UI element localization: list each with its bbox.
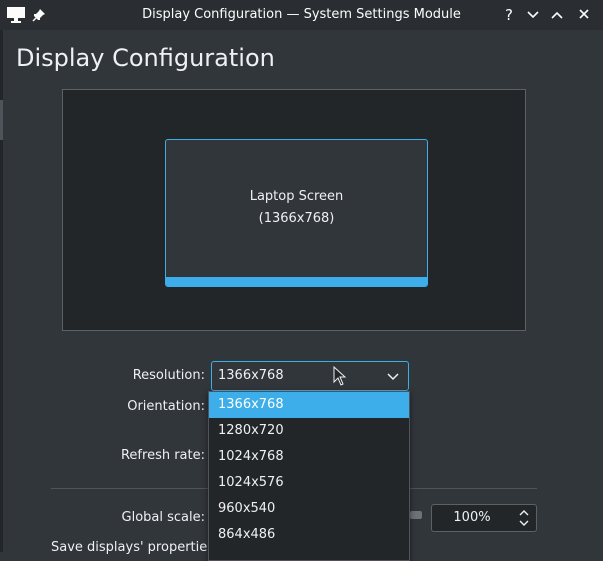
maximize-button[interactable] [547,5,567,25]
close-button[interactable] [574,5,594,25]
resolution-option[interactable]: 1024x768 [209,444,409,470]
refresh-rate-label: Refresh rate: [120,448,205,463]
resolution-combobox[interactable]: 1366x768 [211,361,409,391]
save-displays-label: Save displays' properties: [51,540,219,555]
chevron-down-icon [386,369,400,387]
resolution-value: 1366x768 [218,368,284,383]
chevron-up-icon [550,6,564,24]
resolution-option[interactable]: 1366x768 [209,392,409,418]
screen-selection-bar [166,277,427,286]
resolution-option[interactable]: 960x540 [209,496,409,522]
screen-resolution: (1366x768) [258,211,335,226]
resolution-option[interactable]: 1024x576 [209,470,409,496]
screen-name: Laptop Screen [249,189,344,204]
monitor-icon [6,6,26,28]
close-icon [578,6,590,24]
spin-arrows-icon[interactable] [518,508,530,532]
mouse-cursor-icon [333,365,347,390]
page-title: Display Configuration [16,44,275,72]
scroll-indicator [0,100,3,140]
laptop-screen-output[interactable]: Laptop Screen (1366x768) [165,139,428,287]
orientation-label: Orientation: [127,399,205,414]
global-scale-spinbox[interactable]: 100% [431,504,537,532]
global-scale-slider-handle[interactable] [410,511,422,519]
global-scale-value: 100% [453,510,491,525]
resolution-option[interactable]: 864x486 [209,522,409,548]
resolution-dropdown-list[interactable]: 1366x768 1280x720 1024x768 1024x576 960x… [208,391,410,561]
global-scale-label: Global scale: [121,510,205,525]
help-button[interactable]: ? [499,5,519,25]
chevron-down-icon [526,6,540,24]
resolution-label: Resolution: [132,368,205,383]
pin-icon[interactable] [32,8,46,26]
minimize-button[interactable] [523,5,543,25]
resolution-option[interactable]: 1280x720 [209,418,409,444]
display-preview-area: Laptop Screen (1366x768) [62,89,526,331]
window-titlebar[interactable]: Display Configuration — System Settings … [0,0,603,30]
sidebar-edge [0,30,3,552]
